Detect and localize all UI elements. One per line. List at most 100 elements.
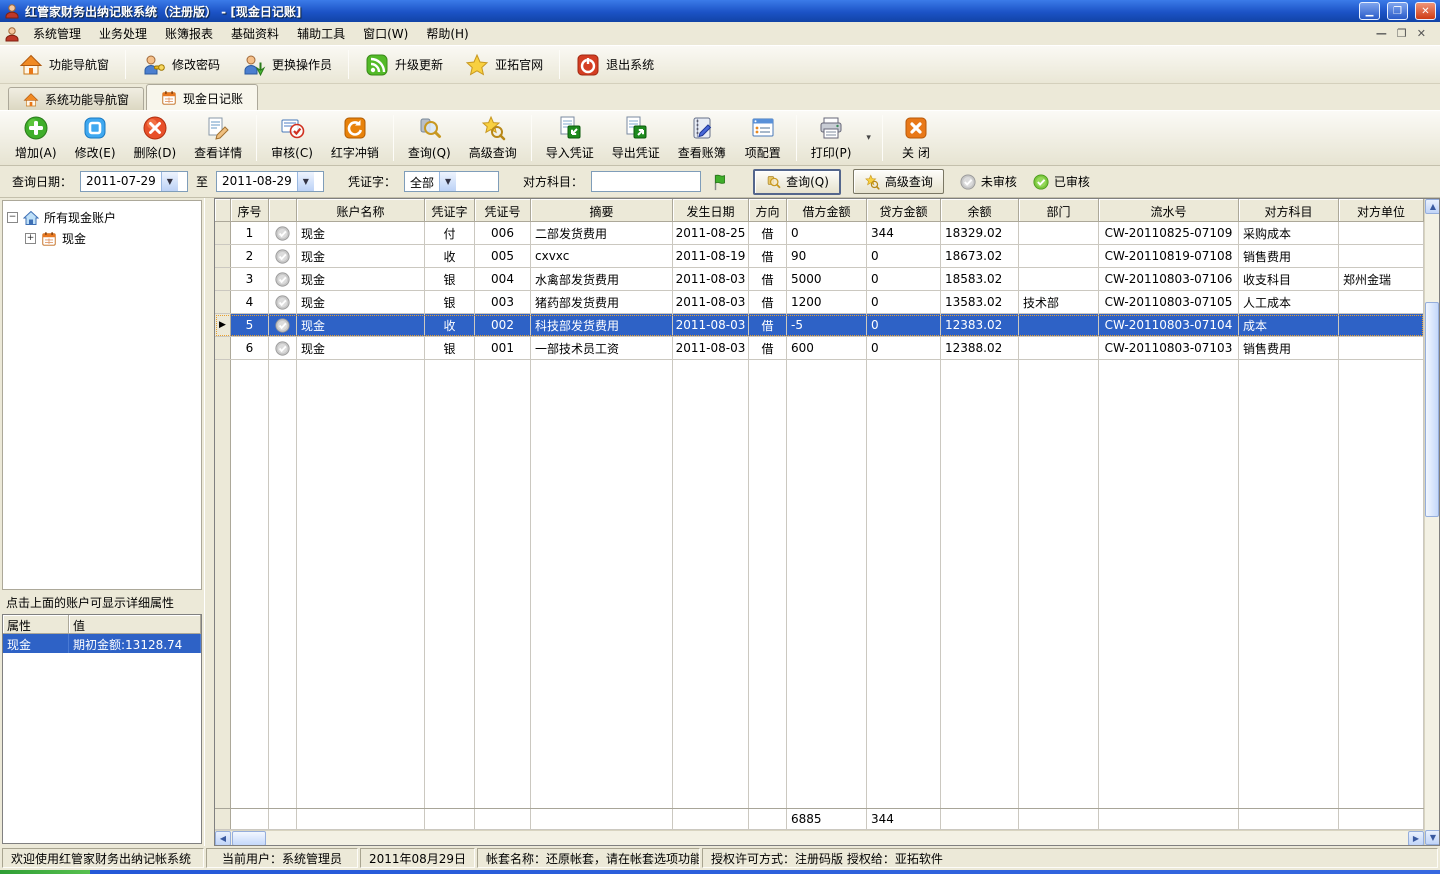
action-button-close-x[interactable]: 关 闭 xyxy=(888,112,944,164)
column-header[interactable]: 流水号 xyxy=(1099,199,1239,222)
action-button-config[interactable]: 项配置 xyxy=(735,112,791,164)
column-header[interactable]: 账户名称 xyxy=(297,199,425,222)
check-grey-icon xyxy=(275,295,290,310)
action-button-edit[interactable]: 修改(E) xyxy=(66,112,125,164)
print-dropdown-icon[interactable]: ▾ xyxy=(860,133,877,143)
column-header[interactable]: 发生日期 xyxy=(673,199,749,222)
query-button[interactable]: 查询(Q) xyxy=(753,169,841,195)
menu-item[interactable]: 业务处理 xyxy=(90,22,156,45)
mdi-close-icon[interactable]: ✕ xyxy=(1417,27,1426,40)
menu-item[interactable]: 辅助工具 xyxy=(288,22,354,45)
date-to-picker[interactable]: 2011-08-29 ▼ xyxy=(216,171,324,192)
cell-word: 付 xyxy=(425,222,475,244)
column-header[interactable]: 借方金额 xyxy=(787,199,867,222)
action-button-adv-search[interactable]: 高级查询 xyxy=(460,112,526,164)
menu-item[interactable]: 基础资料 xyxy=(222,22,288,45)
cell-debit: 1200 xyxy=(787,291,867,313)
tree-node-cash[interactable]: + 现金 xyxy=(7,228,197,249)
column-header[interactable]: 部门 xyxy=(1019,199,1099,222)
toolbar-button-rss[interactable]: 升级更新 xyxy=(354,49,454,81)
column-header[interactable]: 凭证号 xyxy=(475,199,531,222)
tab[interactable]: 系统功能导航窗 xyxy=(8,87,144,110)
action-button-book[interactable]: 查看账簿 xyxy=(669,112,735,164)
cell-summary: 猪药部发货费用 xyxy=(531,291,673,313)
mdi-minimize-icon[interactable]: — xyxy=(1376,27,1387,40)
advanced-query-button[interactable]: 高级查询 xyxy=(853,169,944,194)
restore-button[interactable]: ❐ xyxy=(1387,2,1408,20)
column-header[interactable]: 余额 xyxy=(941,199,1019,222)
date-from-picker[interactable]: 2011-07-29 ▼ xyxy=(80,171,188,192)
action-button-label: 项配置 xyxy=(745,144,781,161)
toolbar-button-user-switch[interactable]: 更换操作员 xyxy=(231,49,343,81)
hscroll-thumb[interactable] xyxy=(232,831,266,845)
close-button[interactable]: ✕ xyxy=(1415,2,1436,20)
scroll-right-icon[interactable]: ▶ xyxy=(1408,831,1424,845)
scroll-up-icon[interactable]: ▲ xyxy=(1425,199,1440,214)
table-row[interactable]: 4现金银003猪药部发货费用2011-08-03借1200013583.02技术… xyxy=(215,291,1424,314)
vscroll-thumb[interactable] xyxy=(1425,302,1439,517)
action-button-add[interactable]: 增加(A) xyxy=(6,112,66,164)
column-header[interactable]: 序号 xyxy=(231,199,269,222)
chevron-down-icon[interactable]: ▼ xyxy=(297,172,314,191)
toolbar-button-star[interactable]: 亚拓官网 xyxy=(454,49,554,81)
menu-item[interactable]: 系统管理 xyxy=(24,22,90,45)
tree-node-all-cash-accounts[interactable]: − 所有现金账户 xyxy=(7,207,197,228)
hscroll-track[interactable] xyxy=(266,831,1408,845)
mdi-restore-icon[interactable]: ❐ xyxy=(1397,27,1407,40)
column-header-blank[interactable] xyxy=(215,199,231,222)
totals-cell xyxy=(215,809,231,829)
column-header[interactable]: 对方单位 xyxy=(1339,199,1424,222)
vertical-scrollbar[interactable]: ▲ ▼ xyxy=(1424,199,1439,845)
review-status-cell xyxy=(269,222,297,244)
column-header[interactable]: 对方科目 xyxy=(1239,199,1339,222)
cell-account: 现金 xyxy=(297,291,425,313)
action-button-search[interactable]: 查询(Q) xyxy=(399,112,460,164)
action-button-import[interactable]: 导入凭证 xyxy=(537,112,603,164)
table-row[interactable]: ▶5现金收002科技部发货费用2011-08-03借-5012383.02CW-… xyxy=(215,314,1424,337)
grid-empty-area xyxy=(215,360,1424,808)
action-button-audit[interactable]: 审核(C) xyxy=(262,112,322,164)
edit-icon xyxy=(82,115,108,141)
voucher-word-select[interactable]: 全部 ▼ xyxy=(404,171,499,192)
toolbar-button-home[interactable]: 功能导航窗 xyxy=(8,49,120,81)
menu-item[interactable]: 账簿报表 xyxy=(156,22,222,45)
collapse-icon[interactable]: − xyxy=(7,212,18,223)
totals-cell xyxy=(1019,809,1099,829)
action-button-detail[interactable]: 查看详情 xyxy=(185,112,251,164)
table-row[interactable]: 3现金银004水禽部发货费用2011-08-03借5000018583.02CW… xyxy=(215,268,1424,291)
config-icon xyxy=(750,115,776,141)
column-header[interactable]: 方向 xyxy=(749,199,787,222)
column-header-blank[interactable] xyxy=(269,199,297,222)
action-button-print[interactable]: 打印(P) xyxy=(802,112,861,164)
horizontal-scrollbar[interactable]: ◀ ▶ xyxy=(215,830,1424,845)
menu-item[interactable]: 窗口(W) xyxy=(354,22,417,45)
tab[interactable]: 现金日记账 xyxy=(146,84,258,110)
scroll-left-icon[interactable]: ◀ xyxy=(215,831,231,845)
chevron-down-icon[interactable]: ▼ xyxy=(161,172,178,191)
vscroll-track[interactable] xyxy=(1425,214,1439,830)
column-header[interactable]: 凭证字 xyxy=(425,199,475,222)
minimize-button[interactable]: ▁ xyxy=(1359,2,1380,20)
panel-splitter[interactable] xyxy=(205,198,214,846)
chevron-down-icon[interactable]: ▼ xyxy=(439,172,456,191)
expand-icon[interactable]: + xyxy=(25,233,36,244)
table-row[interactable]: 6现金银001一部技术员工资2011-08-03借600012388.02CW-… xyxy=(215,337,1424,360)
toolbar-button-user-key[interactable]: 修改密码 xyxy=(131,49,231,81)
column-header[interactable]: 贷方金额 xyxy=(867,199,941,222)
table-row[interactable]: 1现金付006二部发货费用2011-08-25借034418329.02CW-2… xyxy=(215,222,1424,245)
menu-item[interactable]: 帮助(H) xyxy=(417,22,477,45)
action-button-del[interactable]: 删除(D) xyxy=(125,112,186,164)
column-header[interactable]: 摘要 xyxy=(531,199,673,222)
action-button-red-reverse[interactable]: 红字冲销 xyxy=(322,112,388,164)
property-row[interactable]: 现金 期初金额:13128.74 xyxy=(3,634,201,653)
scroll-down-icon[interactable]: ▼ xyxy=(1425,830,1440,845)
toolbar-button-exit[interactable]: 退出系统 xyxy=(565,49,665,81)
flag-icon[interactable] xyxy=(711,173,729,191)
export-icon xyxy=(623,115,649,141)
counter-subject-input[interactable] xyxy=(591,171,701,192)
grid-totals-row: 6885344 xyxy=(215,808,1424,830)
action-button-export[interactable]: 导出凭证 xyxy=(603,112,669,164)
toolbar-button-label: 更换操作员 xyxy=(272,56,332,73)
cell-summary: 科技部发货费用 xyxy=(531,314,673,336)
table-row[interactable]: 2现金收005cxvxc2011-08-19借90018673.02CW-201… xyxy=(215,245,1424,268)
